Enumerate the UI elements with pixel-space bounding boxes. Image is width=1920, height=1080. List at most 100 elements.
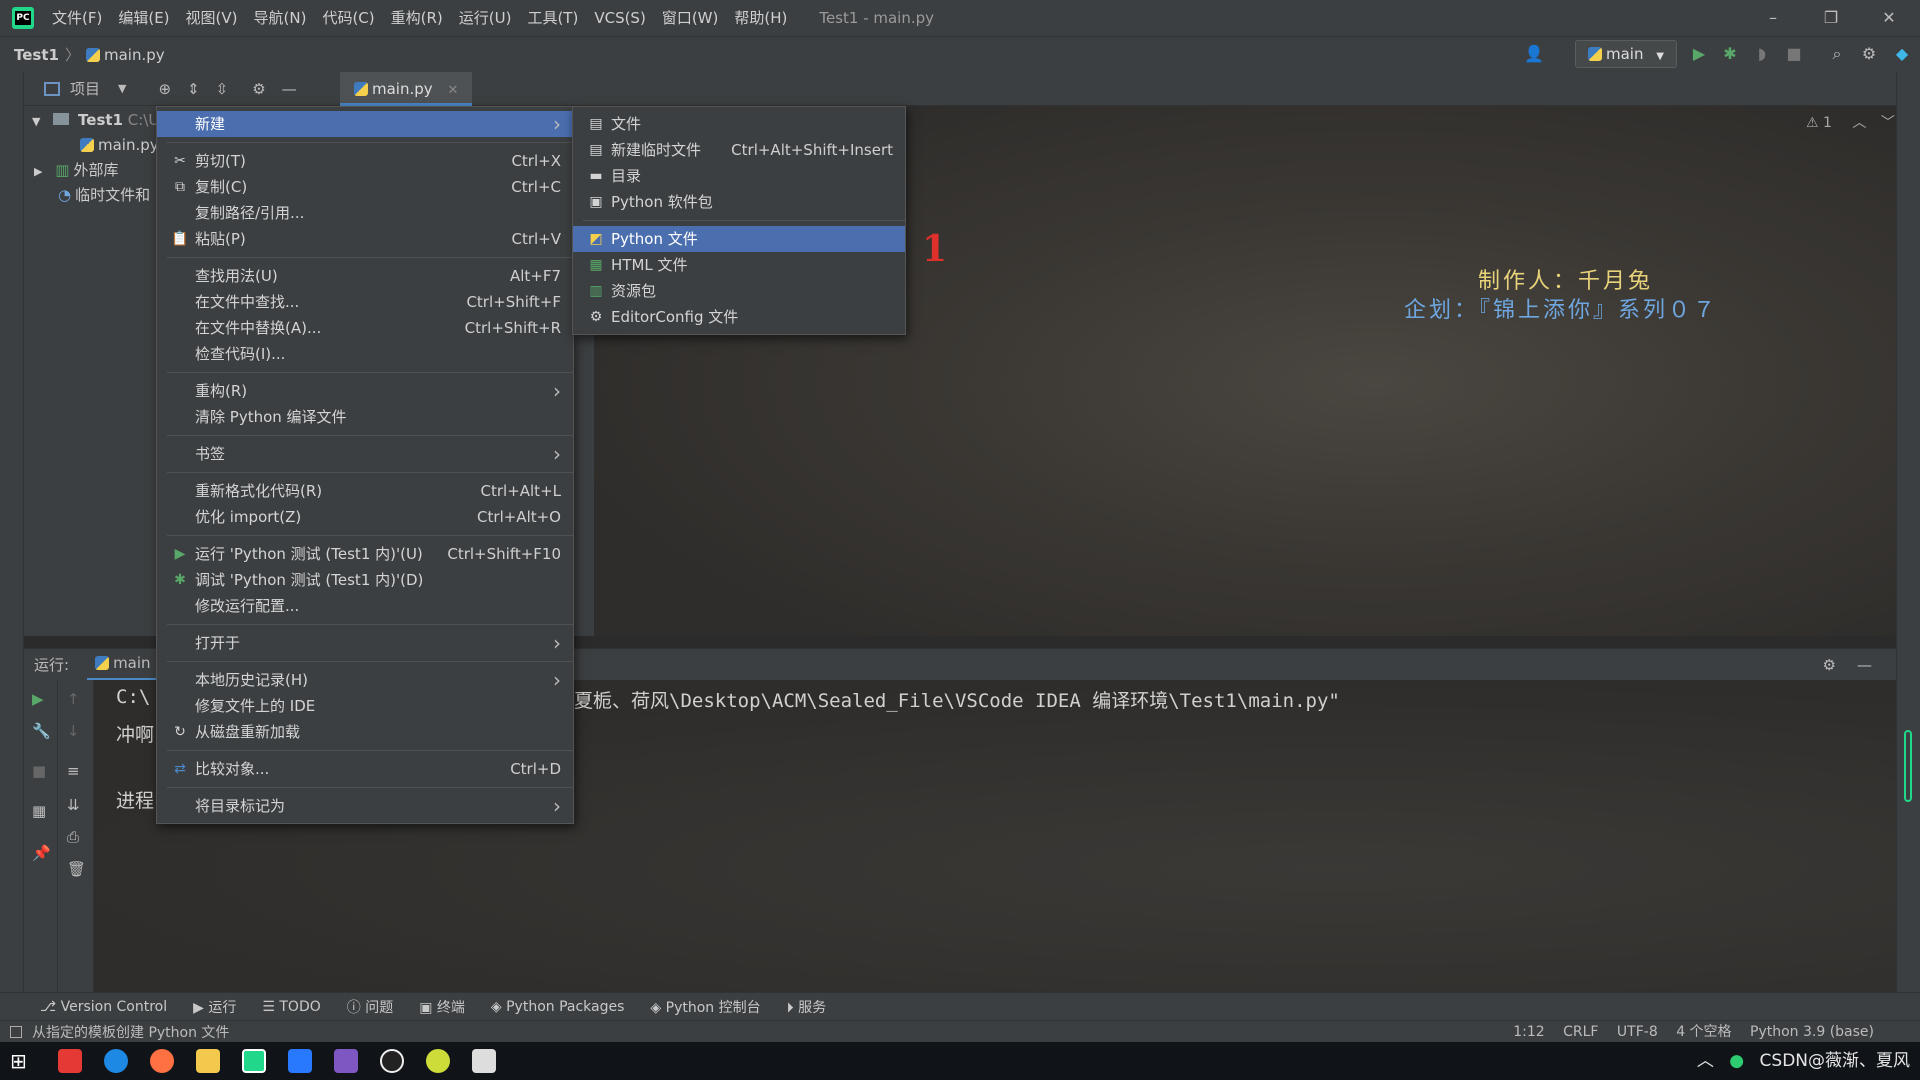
gear-icon[interactable]: ⚙ xyxy=(1823,656,1836,674)
vscode-icon[interactable] xyxy=(288,1049,312,1073)
tree-item-test1[interactable]: ▼ Test1 C:\U xyxy=(32,108,159,132)
interpreter[interactable]: Python 3.9 (base) xyxy=(1750,1024,1874,1040)
menu-item[interactable]: 修复文件上的 IDE xyxy=(157,693,573,719)
tool-window-button[interactable]: ◈ Python Packages xyxy=(491,999,625,1015)
menu-item[interactable]: 将目录标记为 › xyxy=(157,793,573,819)
menu-item[interactable]: 📋 粘贴(P) Ctrl+V xyxy=(157,226,573,252)
breadcrumb-file[interactable]: main.py xyxy=(80,46,171,64)
project-panel-title[interactable]: 项目 xyxy=(70,78,100,99)
soft-wrap-icon[interactable]: ≡ xyxy=(67,762,80,780)
app-icon-green[interactable] xyxy=(426,1049,450,1073)
menu-item[interactable]: ▬ 目录 xyxy=(573,163,905,189)
menu-item[interactable]: 本地历史记录(H) › xyxy=(157,667,573,693)
menu-item[interactable]: ↻ 从磁盘重新加载 xyxy=(157,719,573,745)
menu-item[interactable]: 新建 › xyxy=(157,111,573,137)
menu-item[interactable]: ▤ 新建临时文件 Ctrl+Alt+Shift+Insert xyxy=(573,137,905,163)
scrollbar-thumb[interactable] xyxy=(1904,730,1912,802)
caret-position[interactable]: 1:12 xyxy=(1513,1024,1544,1040)
app-icon-avatar[interactable] xyxy=(472,1049,496,1073)
arrow-up-icon[interactable]: ↑ xyxy=(67,690,80,708)
locate-icon[interactable]: ⊕ xyxy=(158,80,171,98)
menu-item[interactable]: 窗口(W) xyxy=(654,0,727,36)
menu-item[interactable]: ⧉ 复制(C) Ctrl+C xyxy=(157,174,573,200)
debug-icon[interactable]: ✱ xyxy=(1718,42,1742,66)
wechat-icon[interactable]: ● xyxy=(1729,1051,1744,1071)
tool-window-button[interactable]: ▶ 运行 xyxy=(193,997,236,1017)
tool-window-button[interactable]: ▣ 终端 xyxy=(419,997,465,1017)
menu-item[interactable]: 打开于 › xyxy=(157,630,573,656)
hide-icon[interactable]: — xyxy=(1857,656,1872,674)
menu-item[interactable]: VCS(S) xyxy=(586,0,653,36)
menu-item[interactable]: ◩ Python 文件 xyxy=(573,226,905,252)
menu-item[interactable]: ▶ 运行 'Python 测试 (Test1 内)'(U) Ctrl+Shift+F… xyxy=(157,541,573,567)
menu-item[interactable]: 书签 › xyxy=(157,441,573,467)
app-icon-red[interactable] xyxy=(58,1049,82,1073)
status-toggle-icon[interactable] xyxy=(10,1025,22,1038)
menu-item[interactable]: 查找用法(U) Alt+F7 xyxy=(157,263,573,289)
chevron-up-icon[interactable]: ︿ xyxy=(1852,115,1866,131)
tool-window-button[interactable]: ⎇ Version Control xyxy=(40,999,167,1015)
menu-item[interactable]: 运行(U) xyxy=(451,0,520,36)
menu-item[interactable]: 在文件中查找... Ctrl+Shift+F xyxy=(157,289,573,315)
menu-item[interactable]: 重构(R) › xyxy=(157,378,573,404)
print-icon[interactable]: ⎙ xyxy=(67,828,79,846)
menu-item[interactable]: ▥ 资源包 xyxy=(573,278,905,304)
layout-icon[interactable]: ▦ xyxy=(32,802,46,820)
user-icon[interactable]: 👤 xyxy=(1522,42,1546,66)
menu-item[interactable]: 清除 Python 编译文件 xyxy=(157,404,573,430)
menu-item[interactable]: 代码(C) xyxy=(314,0,382,36)
warning-indicator[interactable]: ⚠ 1 ︿ ﹀ xyxy=(1806,112,1895,132)
qq-icon[interactable] xyxy=(380,1049,404,1073)
tool-window-button[interactable]: ☰ TODO xyxy=(262,999,320,1015)
menu-item[interactable]: 编辑(E) xyxy=(110,0,177,36)
menu-item[interactable]: 检查代码(I)... xyxy=(157,341,573,367)
scroll-to-end-icon[interactable]: ⇊ xyxy=(67,796,80,814)
chevron-down-icon[interactable]: ▼ xyxy=(118,82,126,95)
menu-item[interactable]: ✂ 剪切(T) Ctrl+X xyxy=(157,148,573,174)
close-button[interactable]: ✕ xyxy=(1860,0,1918,36)
run-icon[interactable]: ▶ xyxy=(1687,42,1711,66)
menu-item[interactable]: 工具(T) xyxy=(519,0,586,36)
line-separator[interactable]: CRLF xyxy=(1563,1024,1598,1040)
coverage-icon[interactable]: ◗ xyxy=(1750,42,1774,66)
menu-item[interactable]: 文件(F) xyxy=(44,0,110,36)
menu-item[interactable]: 修改运行配置... xyxy=(157,593,573,619)
trash-icon[interactable]: 🗑 xyxy=(67,860,86,878)
tool-window-button[interactable]: ◈ Python 控制台 xyxy=(650,997,760,1017)
settings-gear-icon[interactable]: ⚙ xyxy=(1857,42,1881,66)
menu-item[interactable]: ▤ 文件 xyxy=(573,111,905,137)
close-tab-icon[interactable]: ✕ xyxy=(447,83,458,98)
run-config-select[interactable]: main ▼ xyxy=(1575,40,1677,68)
stop-icon[interactable]: ■ xyxy=(32,762,46,780)
browser-icon[interactable] xyxy=(104,1049,128,1073)
hide-icon[interactable]: — xyxy=(282,80,297,98)
tool-window-button[interactable]: ⏵ 服务 xyxy=(787,997,826,1017)
menu-item[interactable]: 导航(N) xyxy=(246,0,315,36)
menu-item[interactable]: 在文件中替换(A)... Ctrl+Shift+R xyxy=(157,315,573,341)
expand-all-icon[interactable]: ⇕ xyxy=(187,80,200,98)
minimize-button[interactable]: – xyxy=(1744,0,1802,36)
menu-item[interactable]: 视图(V) xyxy=(178,0,246,36)
breadcrumb-project[interactable]: Test1 xyxy=(8,46,65,64)
stop-icon[interactable]: ■ xyxy=(1782,42,1806,66)
intellij-icon[interactable] xyxy=(334,1049,358,1073)
tool-window-button[interactable]: ⓘ 问题 xyxy=(347,997,393,1017)
file-explorer-icon[interactable] xyxy=(196,1049,220,1073)
firefox-icon[interactable] xyxy=(150,1049,174,1073)
pycharm-taskbar-icon[interactable] xyxy=(242,1049,266,1073)
menu-item[interactable]: ▦ HTML 文件 xyxy=(573,252,905,278)
arrow-down-icon[interactable]: ↓ xyxy=(67,722,80,740)
tree-item-scratches[interactable]: ◔ 临时文件和 xyxy=(58,183,150,207)
collapse-all-icon[interactable]: ⇳ xyxy=(216,80,229,98)
chevron-up-icon[interactable]: ︿ xyxy=(1697,1051,1714,1071)
gear-icon[interactable]: ⚙ xyxy=(252,80,265,98)
menu-item[interactable]: 优化 import(Z) Ctrl+Alt+O xyxy=(157,504,573,530)
menu-item[interactable]: 帮助(H) xyxy=(726,0,795,36)
menu-item[interactable]: 重新格式化代码(R) Ctrl+Alt+L xyxy=(157,478,573,504)
chevron-down-icon[interactable]: ﹀ xyxy=(1881,115,1895,131)
windows-start-icon[interactable]: ⊞ xyxy=(10,1049,34,1073)
restore-button[interactable]: ❐ xyxy=(1802,0,1860,36)
run-tab-main[interactable]: main xyxy=(87,648,159,681)
wrench-icon[interactable]: 🔧 xyxy=(32,722,51,740)
menu-item[interactable]: ✱ 调试 'Python 测试 (Test1 内)'(D) xyxy=(157,567,573,593)
